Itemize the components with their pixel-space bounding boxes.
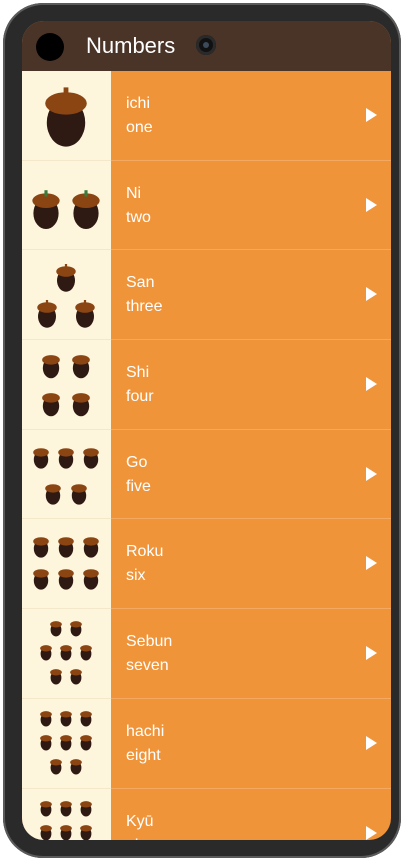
japanese-label: Kyū [126,812,154,830]
acorn-thumbnail [22,340,111,430]
list-item[interactable]: Ni two [22,160,391,251]
english-label: eight [126,746,161,764]
japanese-label: Ni [126,184,142,202]
play-icon[interactable] [366,377,377,392]
app-bar: Numbers [22,21,391,71]
play-icon[interactable] [366,466,377,481]
acorn-thumbnail [22,519,111,610]
english-label: two [126,208,151,226]
acorn-thumbnail [22,71,111,161]
front-camera-icon [196,35,216,55]
numbers-list: ichi one Ni two San three Shi four Go fi… [22,71,391,840]
acorn-thumbnail [22,788,111,840]
list-item[interactable]: San three [22,250,391,341]
japanese-label: Go [126,453,148,471]
acorn-thumbnail [22,250,111,341]
acorn-icon [33,447,99,505]
list-item[interactable]: Roku six [22,519,391,610]
play-icon[interactable] [366,735,377,750]
phone-frame: Numbers ichi one Ni two San three Shi fo… [3,3,401,858]
acorn-icon [37,264,95,329]
play-icon[interactable] [366,556,377,571]
list-item[interactable]: Go five [22,429,391,520]
list-item[interactable]: hachi eight [22,698,391,789]
english-label: five [126,477,151,495]
acorn-thumbnail [22,609,111,699]
play-icon[interactable] [366,287,377,302]
english-label: three [126,298,163,316]
english-label: seven [126,657,169,675]
japanese-label: San [126,274,155,292]
acorn-thumbnail [22,160,111,251]
play-icon[interactable] [366,108,377,122]
japanese-label: ichi [126,95,151,112]
item-content: San three [111,250,391,341]
play-icon[interactable] [366,825,377,840]
acorn-icon [42,355,90,417]
item-content: Sebun seven [111,609,391,699]
english-label: four [126,388,154,406]
acorn-icon [45,87,87,147]
acorn-icon [32,189,100,229]
page-title: Numbers [86,33,176,58]
item-content: Shi four [111,340,391,430]
item-content: hachi eight [111,699,391,789]
item-content: Ni two [111,161,391,251]
item-content: Kyū nine [111,789,391,841]
acorn-icon [40,710,92,775]
acorn-icon [40,621,92,685]
play-icon[interactable] [366,197,377,212]
item-content: Go five [111,430,391,520]
list-item[interactable]: Kyū nine [22,788,391,841]
acorn-icon [33,537,99,591]
list-item[interactable]: Sebun seven [22,609,391,699]
camera-cutout [36,33,64,61]
english-label: one [126,119,153,136]
acorn-thumbnail [22,698,111,789]
english-label: six [126,567,146,585]
list-item[interactable]: Shi four [22,340,391,430]
japanese-label: Roku [126,543,164,561]
acorn-icon [40,800,92,840]
japanese-label: Shi [126,364,150,382]
japanese-label: hachi [126,722,165,740]
play-icon[interactable] [366,646,377,661]
english-label: nine [126,836,156,841]
acorn-thumbnail [22,429,111,520]
list-item[interactable]: ichi one [22,71,391,161]
item-content: ichi one [111,71,391,161]
app-screen: Numbers ichi one Ni two San three Shi fo… [22,21,391,840]
item-content: Roku six [111,519,391,610]
japanese-label: Sebun [126,633,173,651]
